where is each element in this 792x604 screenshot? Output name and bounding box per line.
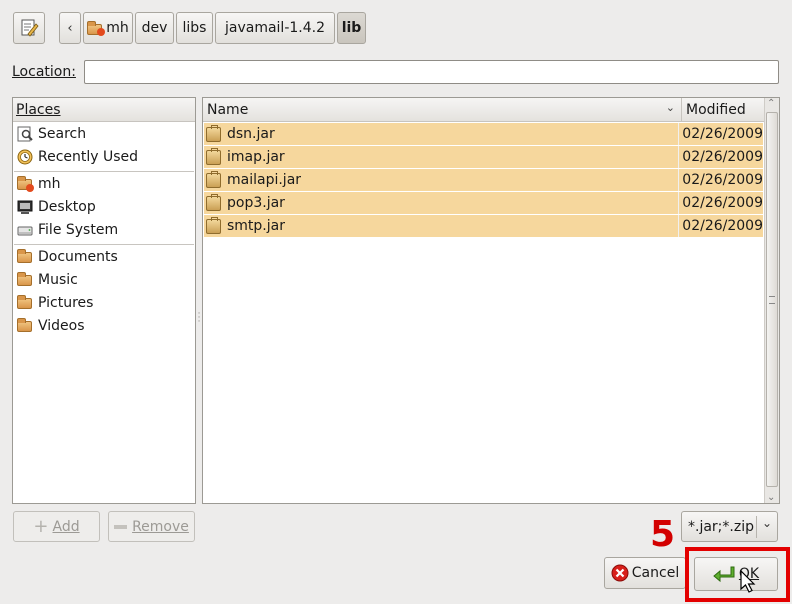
cancel-button[interactable]: Cancel xyxy=(604,557,686,589)
path-button-label: lib xyxy=(341,20,362,36)
places-item-search[interactable]: Search xyxy=(14,123,194,145)
file-filter-combo[interactable]: *.jar;*.zip ⌄ xyxy=(681,511,778,542)
places-item-mh[interactable]: mh xyxy=(14,173,194,195)
files-panel: Name ⌄ Modified dsn.jar 02/26/2009 imap.… xyxy=(202,97,780,504)
places-panel: Places Search Recently Used mh Desktop F… xyxy=(12,97,196,504)
remove-bookmark-button[interactable]: Remove xyxy=(108,511,195,542)
type-location-toggle-button[interactable] xyxy=(13,12,45,44)
places-separator xyxy=(14,171,194,172)
column-header-modified[interactable]: Modified xyxy=(681,98,763,121)
location-input[interactable] xyxy=(84,60,779,84)
places-item-label: Search xyxy=(38,126,87,142)
path-button-libs[interactable]: libs xyxy=(176,12,213,44)
places-item-pictures[interactable]: Pictures xyxy=(14,292,194,314)
places-item-label: Desktop xyxy=(38,199,96,215)
folder-icon xyxy=(17,318,33,334)
folder-icon xyxy=(17,295,33,311)
location-label: Location: xyxy=(12,64,76,80)
edit-icon xyxy=(21,19,39,37)
folder-icon xyxy=(17,272,33,288)
places-item-label: Pictures xyxy=(38,295,94,311)
path-button-mh[interactable]: mh xyxy=(83,12,133,44)
places-item-videos[interactable]: Videos xyxy=(14,315,194,337)
chevron-left-icon: ‹ xyxy=(67,20,73,36)
add-bookmark-button[interactable]: + Add xyxy=(13,511,100,542)
places-item-label: Videos xyxy=(38,318,85,334)
places-item-music[interactable]: Music xyxy=(14,269,194,291)
scroll-up-arrow-icon[interactable]: ⌃ xyxy=(767,98,775,109)
file-modified: 02/26/2009 xyxy=(682,172,763,188)
file-name: pop3.jar xyxy=(227,195,285,211)
places-item-desktop[interactable]: Desktop xyxy=(14,196,194,218)
jar-file-icon xyxy=(206,170,221,188)
jar-file-icon xyxy=(206,147,221,165)
column-header-name[interactable]: Name ⌄ xyxy=(203,98,681,121)
remove-bookmark-label: Remove xyxy=(132,518,189,535)
file-filter-value: *.jar;*.zip xyxy=(688,518,754,535)
places-item-label: Documents xyxy=(38,249,118,265)
plus-icon: + xyxy=(33,516,49,537)
mouse-pointer-icon xyxy=(740,570,756,593)
scrollbar-thumb[interactable] xyxy=(766,112,778,487)
path-button-label: dev xyxy=(141,20,168,36)
path-button-label: libs xyxy=(182,20,207,36)
folder-icon xyxy=(17,249,33,265)
column-header-modified-label: Modified xyxy=(686,102,746,118)
path-back-button[interactable]: ‹ xyxy=(59,12,81,44)
files-header: Name ⌄ Modified xyxy=(203,98,779,122)
places-item-label: Music xyxy=(38,272,78,288)
file-name: imap.jar xyxy=(227,149,285,165)
scrollbar-grip xyxy=(769,296,775,304)
cancel-button-label: Cancel xyxy=(631,565,680,581)
places-separator xyxy=(14,244,194,245)
path-button-javamail[interactable]: javamail-1.4.2 xyxy=(215,12,335,44)
path-button-label: javamail-1.4.2 xyxy=(224,20,325,36)
places-item-label: File System xyxy=(38,222,119,238)
places-item-recently-used[interactable]: Recently Used xyxy=(14,146,194,168)
file-name: dsn.jar xyxy=(227,126,275,142)
dropdown-divider xyxy=(756,516,757,538)
file-row[interactable]: mailapi.jar 02/26/2009 xyxy=(204,169,763,192)
column-header-name-label: Name xyxy=(207,102,249,118)
minus-icon xyxy=(114,524,128,529)
places-item-file-system[interactable]: File System xyxy=(14,219,194,241)
home-folder-icon xyxy=(87,21,106,36)
enter-arrow-icon xyxy=(713,566,735,583)
places-header[interactable]: Places xyxy=(13,98,195,122)
path-button-dev[interactable]: dev xyxy=(135,12,174,44)
chevron-down-icon: ⌄ xyxy=(762,516,773,530)
places-item-label: Recently Used xyxy=(38,149,139,165)
drive-icon xyxy=(17,222,33,238)
ok-button[interactable]: OK xyxy=(694,557,778,591)
file-row[interactable]: dsn.jar 02/26/2009 xyxy=(204,123,763,146)
add-bookmark-label: Add xyxy=(52,518,80,535)
files-scrollbar[interactable]: ⌃ ⌄ xyxy=(764,98,779,503)
jar-file-icon xyxy=(206,124,221,142)
file-modified: 02/26/2009 xyxy=(682,149,763,165)
step-number: 5 xyxy=(650,514,676,555)
cancel-icon xyxy=(611,564,629,582)
file-row[interactable]: smtp.jar 02/26/2009 xyxy=(204,215,763,238)
recent-icon xyxy=(17,149,33,165)
file-modified: 02/26/2009 xyxy=(682,195,763,211)
places-item-label: mh xyxy=(38,176,61,192)
places-item-documents[interactable]: Documents xyxy=(14,246,194,268)
file-modified: 02/26/2009 xyxy=(682,218,763,234)
file-modified: 02/26/2009 xyxy=(682,126,763,142)
jar-file-icon xyxy=(206,193,221,211)
desktop-icon xyxy=(17,199,33,215)
file-row[interactable]: pop3.jar 02/26/2009 xyxy=(204,192,763,215)
sort-chevron-down-icon: ⌄ xyxy=(665,101,675,114)
path-button-lib[interactable]: lib xyxy=(337,12,366,44)
path-button-label: mh xyxy=(106,20,129,36)
jar-file-icon xyxy=(206,216,221,234)
home-folder-icon xyxy=(17,176,34,192)
file-row[interactable]: imap.jar 02/26/2009 xyxy=(204,146,763,169)
scroll-down-arrow-icon[interactable]: ⌄ xyxy=(767,492,775,503)
file-name: mailapi.jar xyxy=(227,172,302,188)
places-header-label: Places xyxy=(16,102,61,118)
file-name: smtp.jar xyxy=(227,218,285,234)
search-icon xyxy=(17,126,33,142)
